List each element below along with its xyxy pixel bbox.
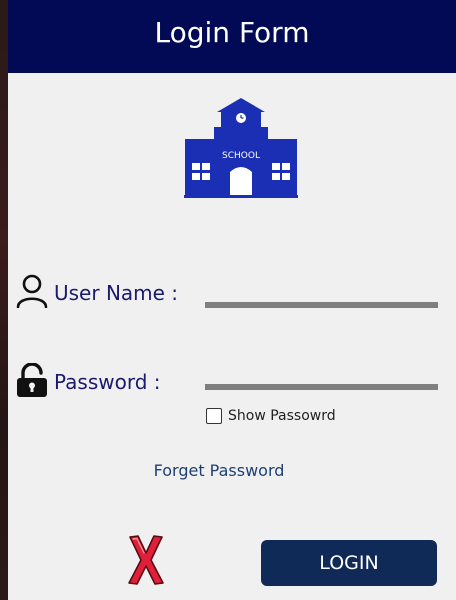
login-button[interactable]: LOGIN xyxy=(261,540,437,586)
login-window: Login Form SCHOOL User Name: Password:… xyxy=(8,0,456,600)
window-title: Login Form xyxy=(154,16,310,49)
username-label: User Name : xyxy=(54,281,179,305)
show-password-label: Show Passowrd xyxy=(228,408,336,424)
username-input[interactable] xyxy=(205,280,438,308)
lock-icon xyxy=(17,363,47,397)
title-bar: Login Form xyxy=(8,0,456,73)
show-password-toggle[interactable]: Show Passowrd xyxy=(206,406,336,426)
background-edge xyxy=(0,0,8,600)
logo-sign-text: SCHOOL xyxy=(222,151,260,161)
show-password-checkbox[interactable] xyxy=(206,408,222,424)
forget-password-link[interactable]: Forget Password xyxy=(8,461,430,480)
school-building-icon: SCHOOL xyxy=(184,98,298,198)
password-label: Password : xyxy=(54,370,161,394)
red-x-icon[interactable] xyxy=(124,533,168,587)
password-input[interactable] xyxy=(205,362,438,390)
user-icon xyxy=(16,274,48,308)
